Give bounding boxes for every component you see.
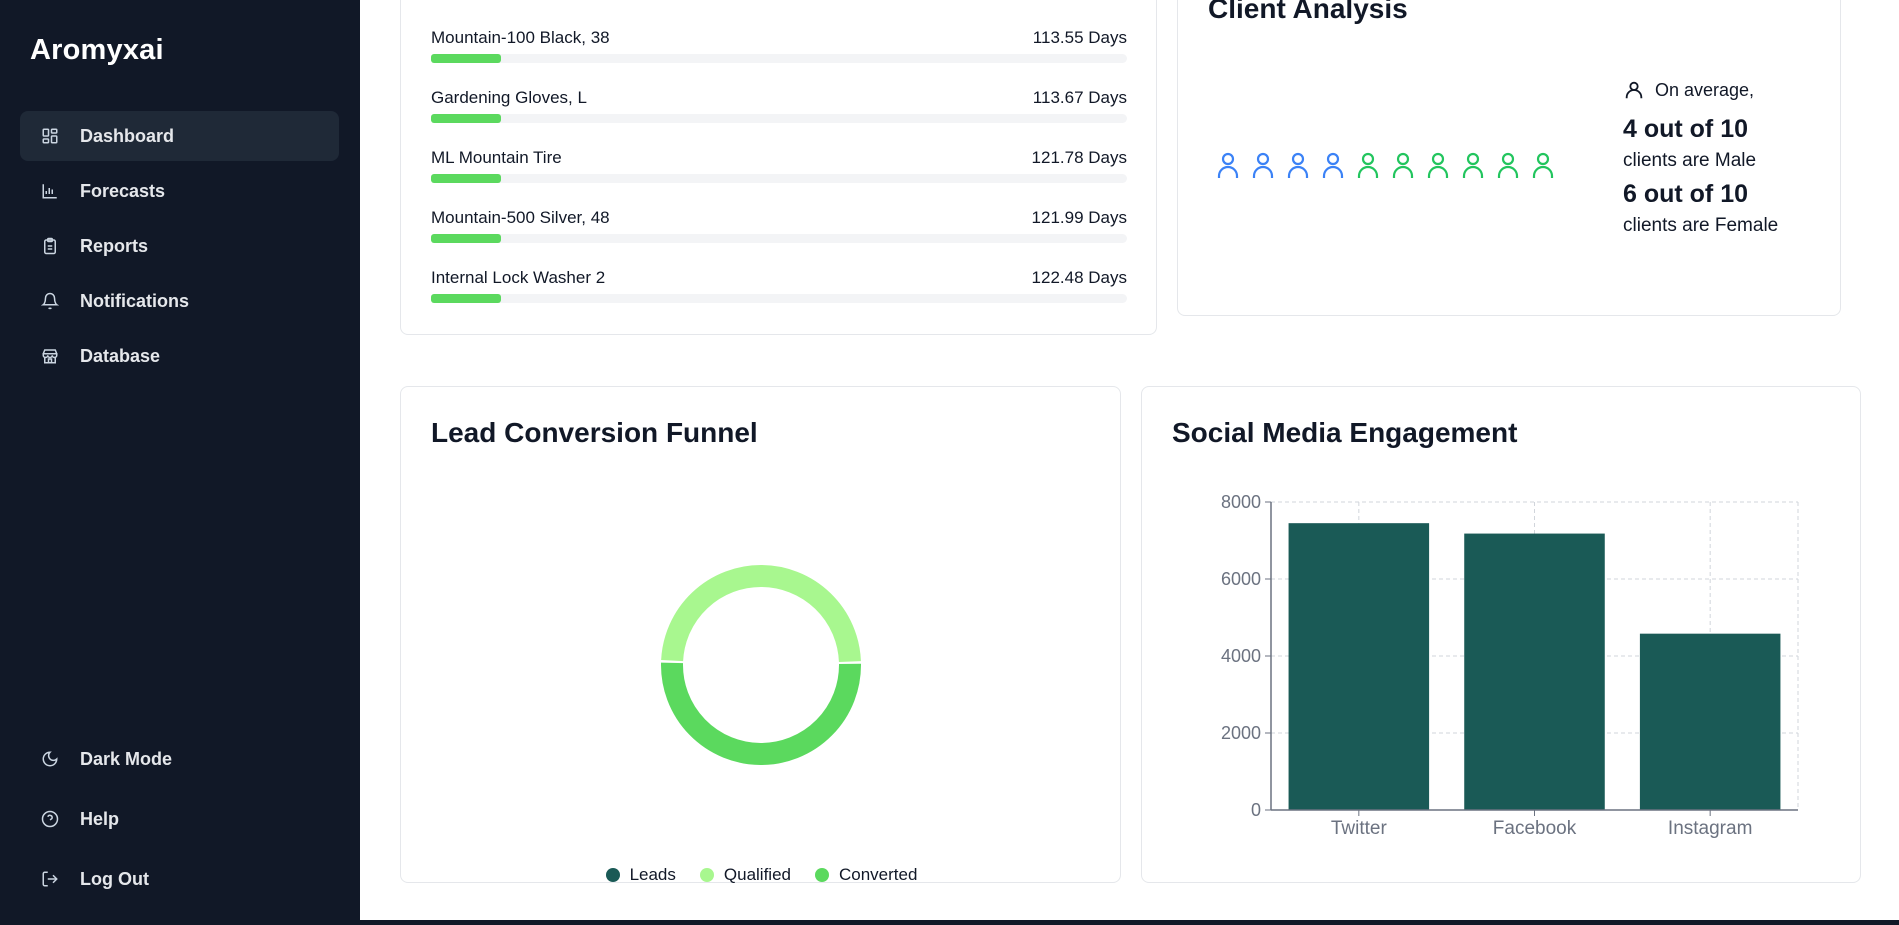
progress-track	[431, 114, 1127, 123]
female-person-icon	[1420, 151, 1455, 181]
progress-track	[431, 234, 1127, 243]
x-tick-label: Twitter	[1331, 818, 1388, 839]
female-person-icon	[1490, 151, 1525, 181]
item-days: 121.78 Days	[1031, 148, 1127, 167]
y-tick-label: 8000	[1221, 492, 1261, 512]
female-person-icon	[1455, 151, 1490, 181]
inventory-days-card: Mountain-100 Black, 38 113.55 Days Garde…	[400, 0, 1157, 335]
sidebar-item-forecasts[interactable]: Forecasts	[20, 166, 339, 216]
sidebar-item-dashboard[interactable]: Dashboard	[20, 111, 339, 161]
bell-icon	[40, 291, 60, 311]
card-title: Client Analysis	[1208, 0, 1408, 24]
bar-chart-icon	[40, 181, 60, 201]
progress-track	[431, 174, 1127, 183]
sidebar-nav: Dashboard Forecasts Reports Notification…	[20, 111, 339, 386]
sidebar-item-label: Dashboard	[80, 125, 175, 146]
client-analysis-card: Client Analysis On average, 4 out of 10 …	[1177, 0, 1841, 316]
sidebar-item-notifications[interactable]: Notifications	[20, 276, 339, 326]
donut-slice-converted	[661, 662, 861, 766]
y-tick-label: 2000	[1221, 723, 1261, 743]
legend-item-qualified[interactable]: Qualified	[699, 865, 791, 885]
legend-item-leads[interactable]: Leads	[605, 865, 676, 885]
moon-icon	[40, 749, 60, 769]
item-name: Gardening Gloves, L	[431, 88, 587, 107]
sidebar-item-label: Database	[80, 345, 161, 366]
item-days: 121.99 Days	[1031, 208, 1127, 227]
progress-fill	[431, 294, 501, 303]
item-days: 122.48 Days	[1031, 268, 1127, 287]
social-engagement-card: Social Media Engagement 0 2000 4000 6000 800…	[1141, 386, 1861, 883]
item-name: Internal Lock Washer 2	[431, 268, 606, 287]
user-icon	[1623, 79, 1645, 101]
sidebar: Aromyxai Dashboard Forecasts Reports Not…	[0, 0, 360, 925]
sidebar-item-label: Reports	[80, 235, 149, 256]
item-days: 113.55 Days	[1032, 28, 1127, 47]
item-name: Mountain-100 Black, 38	[431, 28, 610, 47]
store-icon	[40, 346, 60, 366]
item-name: ML Mountain Tire	[431, 148, 562, 167]
sidebar-item-label: Help	[80, 808, 120, 829]
legend-label: Converted	[839, 865, 918, 884]
female-label: clients are Female	[1623, 215, 1779, 236]
x-tick-label: Instagram	[1668, 818, 1752, 839]
legend-swatch	[699, 868, 714, 882]
sidebar-item-label: Log Out	[80, 868, 149, 889]
progress-fill	[431, 54, 501, 63]
chart-legend: Leads Qualified Converted	[401, 865, 1122, 885]
progress-fill	[431, 114, 501, 123]
social-bar-chart: 0 2000 4000 6000 8000 Twitter Facebook Instagra…	[1221, 492, 1799, 839]
sidebar-item-label: Dark Mode	[80, 748, 173, 769]
y-tick-label: 0	[1251, 800, 1261, 820]
progress-track	[431, 294, 1127, 303]
window-bottom-edge	[0, 920, 1899, 925]
bar-twitter	[1288, 523, 1430, 810]
dark-mode-toggle[interactable]: Dark Mode	[20, 734, 339, 784]
legend-label: Leads	[629, 865, 676, 884]
client-gender-icons	[1210, 151, 1560, 181]
bar-facebook	[1464, 533, 1605, 810]
male-person-icon	[1280, 151, 1315, 181]
log-out-button[interactable]: Log Out	[20, 854, 339, 904]
average-line: On average,	[1623, 79, 1778, 101]
male-person-icon	[1315, 151, 1350, 181]
dashboard-icon	[40, 126, 60, 146]
help-circle-icon	[40, 809, 60, 829]
average-intro: On average,	[1655, 79, 1755, 100]
log-out-icon	[40, 869, 60, 889]
female-person-icon	[1385, 151, 1420, 181]
sidebar-item-database[interactable]: Database	[20, 331, 339, 381]
legend-swatch	[605, 868, 620, 882]
x-tick-label: Facebook	[1493, 818, 1577, 839]
bar-instagram	[1639, 633, 1781, 810]
sidebar-item-reports[interactable]: Reports	[20, 221, 339, 271]
legend-label: Qualified	[723, 865, 791, 884]
clipboard-icon	[40, 236, 60, 256]
funnel-donut-chart	[661, 565, 861, 766]
donut-slice-qualified	[661, 565, 861, 663]
help-link[interactable]: Help	[20, 794, 339, 844]
female-person-icon	[1525, 151, 1560, 181]
sidebar-item-label: Forecasts	[80, 180, 166, 201]
sidebar-bottom-nav: Dark Mode Help Log Out	[20, 734, 339, 914]
progress-fill	[431, 174, 501, 183]
item-days: 113.67 Days	[1032, 88, 1127, 107]
y-tick-label: 4000	[1221, 646, 1261, 666]
client-stats: On average, 4 out of 10 clients are Male…	[1623, 79, 1778, 237]
brand-logo[interactable]: Aromyxai	[30, 34, 164, 67]
legend-item-converted[interactable]: Converted	[815, 865, 917, 885]
progress-fill	[431, 234, 501, 243]
sidebar-item-label: Notifications	[80, 290, 190, 311]
male-stat: 4 out of 10	[1623, 115, 1749, 143]
male-label: clients are Male	[1623, 150, 1757, 171]
y-tick-label: 6000	[1221, 569, 1261, 589]
lead-funnel-card: Lead Conversion Funnel Leads Qualified C…	[400, 386, 1122, 885]
female-stat: 6 out of 10	[1623, 180, 1749, 208]
male-person-icon	[1210, 151, 1245, 181]
legend-swatch	[815, 868, 829, 882]
female-person-icon	[1350, 151, 1385, 181]
progress-track	[431, 54, 1127, 63]
male-person-icon	[1245, 151, 1280, 181]
item-name: Mountain-500 Silver, 48	[431, 208, 610, 227]
